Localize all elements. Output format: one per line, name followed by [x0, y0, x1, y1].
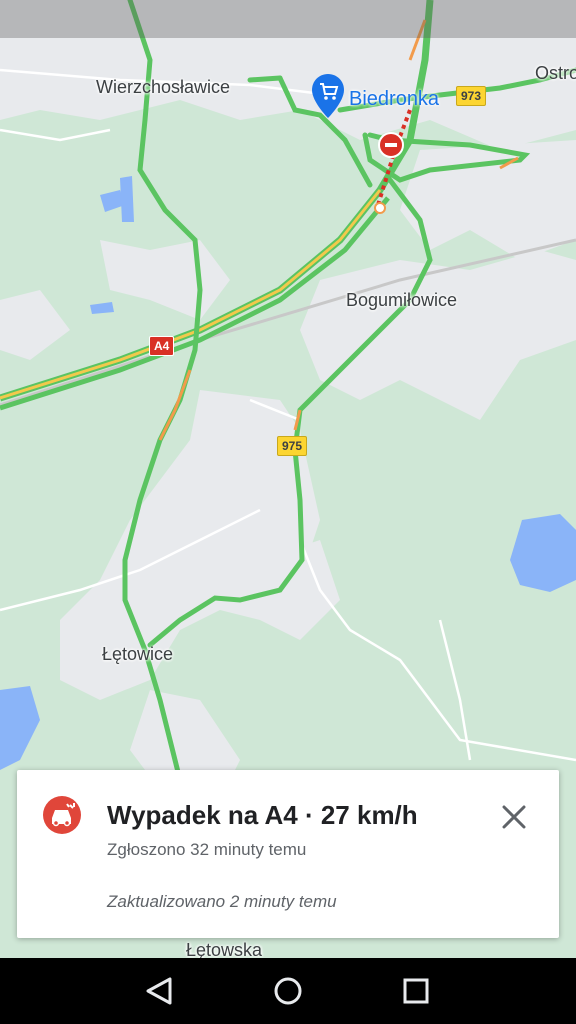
system-nav-bar	[0, 958, 576, 1024]
recents-square-icon[interactable]	[396, 971, 436, 1011]
shopping-cart-icon[interactable]	[312, 74, 344, 118]
incident-title: Wypadek na A4 · 27 km/h	[107, 800, 418, 830]
road-shield-975: 975	[277, 436, 308, 456]
place-label-bogumilowice: Bogumiłowice	[346, 290, 458, 310]
road-shield-a4: A4	[149, 336, 175, 356]
incident-updated-time: Zaktualizowano 2 minuty temu	[107, 892, 337, 911]
road-shield-973: 973	[456, 86, 487, 106]
close-icon[interactable]	[497, 800, 531, 834]
home-circle-icon[interactable]	[268, 971, 308, 1011]
poi-label-biedronka[interactable]: Biedronka	[349, 88, 439, 111]
road-closure-icon[interactable]	[378, 132, 404, 158]
incident-reported-time: Zgłoszono 32 minuty temu	[107, 840, 307, 859]
place-label-wierzchoslawice: Wierzchosławice	[96, 77, 231, 97]
place-label-letowice: Łętowice	[102, 644, 174, 664]
place-label-ostro: Ostro	[535, 63, 576, 83]
back-triangle-icon[interactable]	[140, 971, 180, 1011]
status-bar	[0, 0, 576, 38]
car-crash-icon	[43, 796, 81, 834]
incident-card[interactable]: Wypadek na A4 · 27 km/h Zgłoszono 32 min…	[17, 770, 559, 938]
